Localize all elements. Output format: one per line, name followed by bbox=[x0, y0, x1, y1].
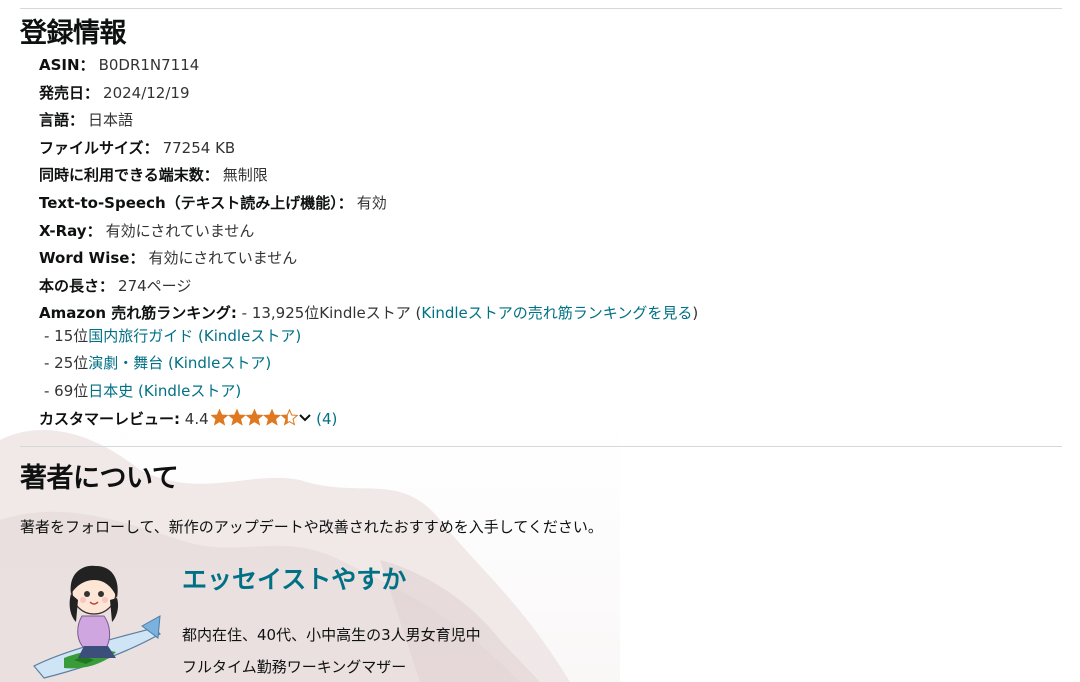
detail-label: 言語 bbox=[39, 111, 70, 130]
detail-row-asin: ASIN： B0DR1N7114 bbox=[39, 52, 698, 80]
star-icon bbox=[280, 408, 299, 426]
product-details-heading: 登録情報 bbox=[20, 18, 127, 49]
star-icon bbox=[245, 408, 264, 426]
detail-separator: ： bbox=[337, 193, 353, 212]
star-icon bbox=[262, 408, 281, 426]
detail-label: 同時に利用できる端末数 bbox=[39, 166, 204, 185]
author-bio-line: フルタイム勤務ワーキングマザー bbox=[182, 658, 407, 676]
detail-row-text-to-speech: Text-to-Speech（テキスト読み上げ機能）： 有効 bbox=[39, 190, 698, 218]
star-icon bbox=[210, 408, 229, 426]
detail-label: Text-to-Speech（テキスト読み上げ機能） bbox=[39, 193, 338, 212]
detail-value: 274ページ bbox=[118, 276, 192, 295]
ranking-label: Amazon 売れ筋ランキング: bbox=[39, 304, 237, 323]
detail-label: ASIN bbox=[39, 56, 80, 74]
ranking-main-rank: - 13,925位Kindleストア ( bbox=[241, 304, 422, 323]
author-name-link[interactable]: エッセイストやすか bbox=[182, 560, 406, 596]
detail-separator: ： bbox=[79, 56, 95, 74]
detail-separator: ： bbox=[69, 111, 85, 130]
ranking-category-link[interactable]: 演劇・舞台 (Kindleストア) bbox=[88, 354, 271, 372]
detail-row-file-size: ファイルサイズ： 77254 KB bbox=[39, 135, 698, 163]
reviews-label: カスタマーレビュー: bbox=[39, 410, 180, 428]
detail-value: 有効にされていません bbox=[148, 249, 298, 268]
author-bio-line: 都内在住、40代、小中高生の3人男女育児中 bbox=[182, 626, 481, 644]
follow-author-text: 著者をフォローして、新作のアップデートや改善されたおすすめを入手してください。 bbox=[20, 518, 603, 536]
detail-separator: ： bbox=[86, 221, 102, 240]
detail-row-word-wise: Word Wise： 有効にされていません bbox=[39, 245, 698, 273]
detail-label: Word Wise bbox=[39, 249, 130, 268]
ranking-sub-row: - 25位演劇・舞台 (Kindleストア) bbox=[44, 352, 271, 374]
detail-label: 本の長さ bbox=[39, 276, 100, 295]
detail-row-devices: 同時に利用できる端末数： 無制限 bbox=[39, 162, 698, 190]
ranking-see-top-100-link[interactable]: Kindleストアの売れ筋ランキングを見る bbox=[421, 304, 692, 322]
detail-row-page-length: 本の長さ： 274ページ bbox=[39, 273, 698, 301]
detail-value: 77254 KB bbox=[162, 138, 236, 157]
section-divider bbox=[20, 446, 1062, 447]
detail-value: 2024/12/19 bbox=[103, 83, 190, 102]
star-rating-svg bbox=[210, 408, 299, 426]
detail-value: 無制限 bbox=[222, 166, 268, 185]
star-rating-icon[interactable] bbox=[210, 408, 299, 432]
detail-label: X-Ray bbox=[39, 221, 87, 240]
top-divider bbox=[20, 8, 1062, 9]
ranking-category-link[interactable]: 日本史 (Kindleストア) bbox=[88, 382, 241, 400]
reviews-rating: 4.4 bbox=[184, 410, 209, 428]
detail-row-language: 言語： 日本語 bbox=[39, 107, 698, 135]
ranking-sub-row: - 15位国内旅行ガイド (Kindleストア) bbox=[44, 325, 301, 347]
detail-separator: ： bbox=[99, 276, 115, 295]
ranking-close-paren: ) bbox=[692, 304, 699, 323]
customer-reviews-row: カスタマーレビュー: 4.4 (4) bbox=[39, 407, 337, 432]
detail-separator: ： bbox=[129, 249, 145, 268]
reviews-count-link[interactable]: (4) bbox=[316, 410, 337, 428]
ranking-sub-rank: - 69位 bbox=[44, 382, 89, 400]
detail-row-x-ray: X-Ray： 有効にされていません bbox=[39, 218, 698, 246]
detail-value: 有効にされていません bbox=[105, 221, 255, 240]
detail-row-release-date: 発売日： 2024/12/19 bbox=[39, 80, 698, 108]
detail-value: 有効 bbox=[356, 193, 387, 212]
detail-value: B0DR1N7114 bbox=[98, 56, 200, 74]
ranking-sub-rank: - 15位 bbox=[44, 327, 89, 345]
detail-value: 日本語 bbox=[88, 111, 134, 130]
star-icon bbox=[227, 408, 246, 426]
detail-separator: ： bbox=[84, 83, 100, 102]
detail-label: 発売日 bbox=[39, 83, 85, 102]
author-avatar[interactable] bbox=[24, 556, 164, 682]
detail-separator: ： bbox=[143, 138, 159, 157]
product-details-list: ASIN： B0DR1N7114 発売日： 2024/12/19 言語： 日本語 ファ… bbox=[39, 52, 698, 328]
about-author-heading: 著者について bbox=[20, 463, 179, 494]
detail-row-best-sellers-rank: Amazon 売れ筋ランキング: - 13,925位Kindleストア (Kin… bbox=[39, 300, 698, 328]
ranking-category-link[interactable]: 国内旅行ガイド (Kindleストア) bbox=[88, 327, 301, 345]
product-page: 登録情報 ASIN： B0DR1N7114 発売日： 2024/12/19 言語：日… bbox=[0, 0, 1080, 682]
detail-separator: ： bbox=[203, 166, 219, 185]
chevron-down-icon[interactable] bbox=[298, 407, 312, 429]
ranking-sub-row: - 69位日本史 (Kindleストア) bbox=[44, 380, 241, 402]
ranking-sub-rank: - 25位 bbox=[44, 354, 89, 372]
detail-label: ファイルサイズ bbox=[39, 138, 144, 157]
